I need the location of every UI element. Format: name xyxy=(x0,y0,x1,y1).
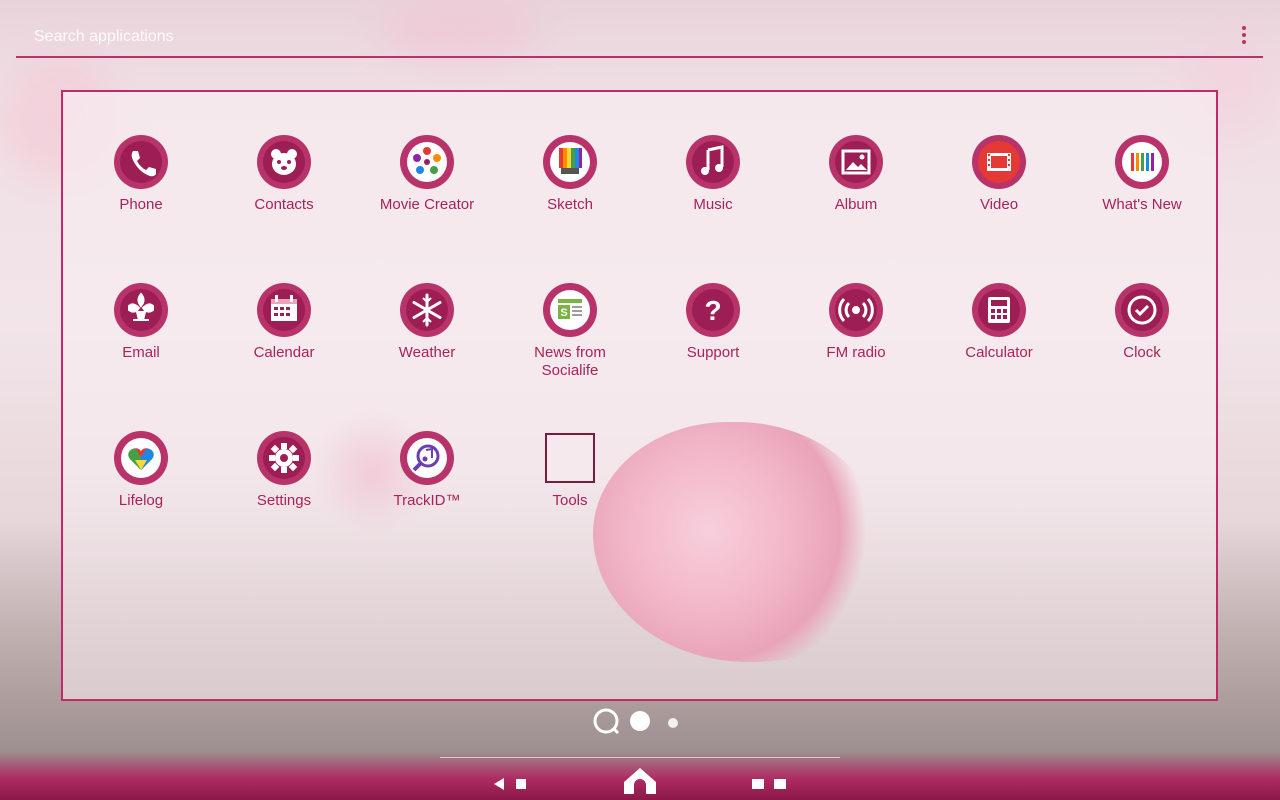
search-bar xyxy=(16,18,1263,58)
video-icon xyxy=(972,135,1026,189)
sketch-icon xyxy=(543,135,597,189)
recent-apps-icon[interactable] xyxy=(750,774,790,794)
page-indicators xyxy=(593,708,678,735)
app-label: FM radio xyxy=(826,344,886,361)
app-news-from-socialife[interactable]: S News from Socialife xyxy=(500,282,640,380)
app-label: Tools xyxy=(552,492,588,509)
app-label: Sketch xyxy=(547,196,593,213)
app-label: News from Socialife xyxy=(534,344,606,379)
svg-text:?: ? xyxy=(704,295,721,326)
search-input[interactable] xyxy=(32,24,1136,50)
app-email[interactable]: Email xyxy=(71,282,211,362)
app-label: Lifelog xyxy=(118,492,164,509)
news-icon: S xyxy=(543,283,597,337)
app-label: Email xyxy=(122,344,160,361)
app-music[interactable]: Music xyxy=(643,134,783,214)
heart-icon xyxy=(114,431,168,485)
nav-divider xyxy=(440,757,840,758)
app-label: Video xyxy=(979,196,1019,213)
app-label: Weather xyxy=(398,344,456,361)
app-drawer-panel: Phone Contacts Movie Creator Sketch Musi… xyxy=(61,90,1218,701)
snowflake-icon xyxy=(400,283,454,337)
calculator-icon xyxy=(972,283,1026,337)
app-label: Support xyxy=(686,344,740,361)
app-label: Music xyxy=(693,196,733,213)
app-label: Movie Creator xyxy=(379,196,475,213)
app-whats-new[interactable]: What's New xyxy=(1072,134,1212,214)
app-support[interactable]: ? Support xyxy=(643,282,783,362)
app-settings[interactable]: Settings xyxy=(214,430,354,510)
app-label: Clock xyxy=(1123,344,1161,361)
app-label: Settings xyxy=(256,492,312,509)
music-note-icon xyxy=(686,135,740,189)
app-label: Album xyxy=(834,196,878,213)
whats-new-icon xyxy=(1115,135,1169,189)
app-lifelog[interactable]: Lifelog xyxy=(71,430,211,510)
app-calendar[interactable]: Calendar xyxy=(214,282,354,362)
gear-icon xyxy=(257,431,311,485)
svg-text:S: S xyxy=(560,307,567,319)
page-indicator[interactable] xyxy=(668,718,678,728)
album-icon xyxy=(829,135,883,189)
app-sketch[interactable]: Sketch xyxy=(500,134,640,214)
folder-icon xyxy=(542,430,598,486)
search-page-indicator-icon[interactable] xyxy=(593,708,620,735)
app-label: Phone xyxy=(119,196,163,213)
app-tools-folder[interactable]: Tools xyxy=(500,430,640,510)
app-label: Calculator xyxy=(965,344,1033,361)
email-icon xyxy=(114,283,168,337)
back-icon[interactable] xyxy=(490,774,530,794)
page-indicator-active[interactable] xyxy=(630,711,650,731)
movie-creator-icon xyxy=(400,135,454,189)
app-album[interactable]: Album xyxy=(786,134,926,214)
app-label: What's New xyxy=(1102,196,1182,213)
clock-icon xyxy=(1115,283,1169,337)
trackid-icon xyxy=(400,431,454,485)
home-icon[interactable] xyxy=(622,764,658,796)
overflow-menu-icon[interactable] xyxy=(1239,26,1249,46)
app-weather[interactable]: Weather xyxy=(357,282,497,362)
app-label: Calendar xyxy=(253,344,315,361)
radio-icon xyxy=(829,283,883,337)
app-video[interactable]: Video xyxy=(929,134,1069,214)
app-contacts[interactable]: Contacts xyxy=(214,134,354,214)
app-phone[interactable]: Phone xyxy=(71,134,211,214)
question-icon: ? xyxy=(686,283,740,337)
app-label: Contacts xyxy=(254,196,314,213)
app-label: TrackID™ xyxy=(393,492,461,509)
app-trackid[interactable]: TrackID™ xyxy=(357,430,497,510)
contacts-icon xyxy=(257,135,311,189)
app-fm-radio[interactable]: FM radio xyxy=(786,282,926,362)
app-movie-creator[interactable]: Movie Creator xyxy=(357,134,497,214)
phone-icon xyxy=(114,135,168,189)
calendar-icon xyxy=(257,283,311,337)
app-clock[interactable]: Clock xyxy=(1072,282,1212,362)
app-calculator[interactable]: Calculator xyxy=(929,282,1069,362)
